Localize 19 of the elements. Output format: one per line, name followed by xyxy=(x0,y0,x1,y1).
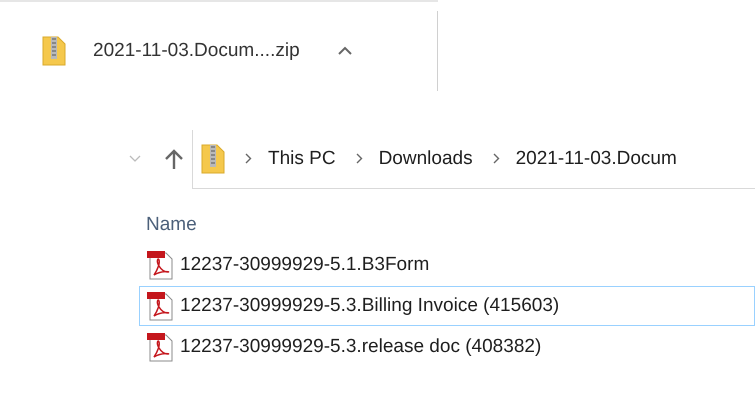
breadcrumb[interactable]: 2021-11-03.Docum xyxy=(516,148,677,170)
pdf-file-icon xyxy=(146,250,174,280)
pdf-file-icon xyxy=(146,332,174,362)
zip-folder-icon xyxy=(42,36,66,66)
chevron-right-icon xyxy=(356,153,363,164)
file-row[interactable]: 12237-30999929-5.3.Billing Invoice (415603) xyxy=(139,286,755,326)
download-file-name[interactable]: 2021-11-03.Docum....zip xyxy=(93,40,300,62)
caret-icon[interactable] xyxy=(336,46,353,56)
address-bar[interactable]: This PC Downloads 2021-11-03.Docum xyxy=(192,130,755,188)
chevron-right-icon xyxy=(245,153,252,164)
pdf-file-icon xyxy=(146,291,174,321)
column-header[interactable]: Name xyxy=(146,214,197,235)
chevron-right-icon xyxy=(492,153,500,164)
breadcrumb[interactable]: This PC xyxy=(268,148,336,170)
file-row[interactable]: 12237-30999929-5.1.B3Form xyxy=(139,245,755,285)
zip-folder-icon xyxy=(201,144,225,174)
breadcrumb[interactable]: Downloads xyxy=(378,148,473,170)
file-row[interactable]: 12237-30999929-5.3.release doc (408382) xyxy=(139,327,755,367)
up-arrow-icon[interactable] xyxy=(164,148,184,170)
